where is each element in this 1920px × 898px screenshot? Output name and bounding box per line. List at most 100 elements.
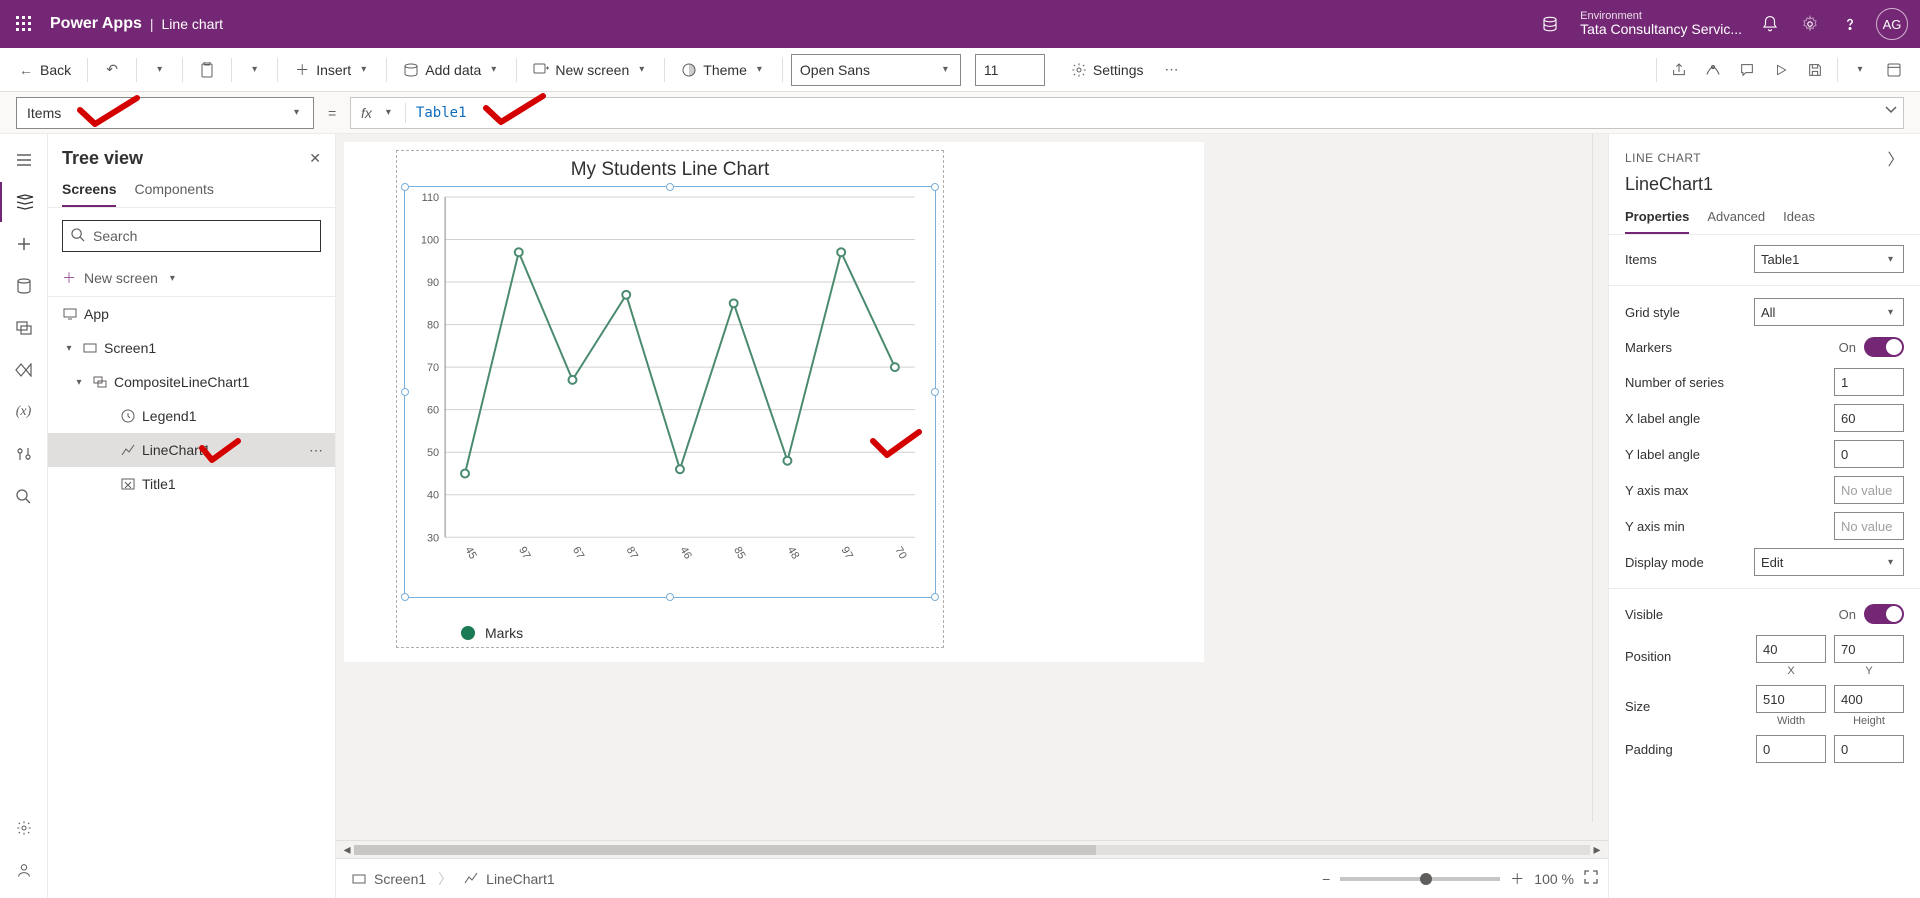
publish-icon[interactable] <box>1878 52 1910 88</box>
tree-item-label: Title1 <box>142 476 176 492</box>
formula-bar: Items ▾ = fx▾ Table1 <box>0 92 1920 134</box>
linechart-selection[interactable]: 30405060708090100110459767874685489770 <box>404 186 936 598</box>
environment-picker[interactable]: Environment Tata Consultancy Servic... <box>1530 0 1742 48</box>
tree-item-label: Screen1 <box>104 340 156 356</box>
prop-pos-y-value: 70 <box>1841 642 1855 657</box>
settings-button[interactable]: Settings <box>1063 52 1152 88</box>
prop-pad-a-input[interactable]: 0 <box>1756 735 1826 763</box>
zoom-out-icon[interactable]: − <box>1322 871 1330 887</box>
hamburger-icon[interactable] <box>0 140 48 180</box>
vertical-scrollbar[interactable] <box>1592 134 1608 822</box>
tab-screens[interactable]: Screens <box>62 181 116 207</box>
prop-size-w-input[interactable]: 510 <box>1756 685 1826 713</box>
search-pane-icon[interactable] <box>0 476 48 516</box>
more-icon[interactable]: ⋯ <box>309 442 323 459</box>
notifications-icon[interactable] <box>1750 0 1790 48</box>
paste-button[interactable] <box>191 52 223 88</box>
share-icon[interactable] <box>1663 52 1695 88</box>
prop-xlabel-angle-value: 60 <box>1841 411 1855 426</box>
tab-ideas[interactable]: Ideas <box>1783 201 1815 234</box>
chevron-down-icon: ▾ <box>382 107 395 118</box>
data-pane-icon[interactable] <box>0 266 48 306</box>
save-icon[interactable] <box>1799 52 1831 88</box>
tree-item-legend[interactable]: Legend1 <box>48 399 335 433</box>
add-data-button[interactable]: Add data▾ <box>395 52 508 88</box>
tree-item-title[interactable]: Title1 <box>48 467 335 501</box>
zoom-in-icon[interactable]: ＋ <box>1510 869 1524 889</box>
virtual-agent-icon[interactable] <box>0 850 48 890</box>
prop-grid-style-select[interactable]: All▾ <box>1754 298 1904 326</box>
prop-pos-x-input[interactable]: 40 <box>1756 635 1826 663</box>
formula-input[interactable]: fx▾ Table1 <box>350 97 1904 129</box>
media-pane-icon[interactable] <box>0 308 48 348</box>
theme-button[interactable]: Theme▾ <box>673 52 774 88</box>
zoom-slider[interactable] <box>1340 877 1500 881</box>
property-selector[interactable]: Items ▾ <box>16 97 314 129</box>
svg-text:110: 110 <box>422 192 439 204</box>
svg-text:97: 97 <box>516 545 532 562</box>
undo-button[interactable]: ↶ <box>96 52 128 88</box>
waffle-icon[interactable] <box>12 12 36 36</box>
artboard-screen1[interactable]: My Students Line Chart Marks 30405060 <box>344 142 1204 662</box>
tab-advanced[interactable]: Advanced <box>1707 201 1765 234</box>
save-dropdown[interactable]: ▾ <box>1844 52 1876 88</box>
svg-text:80: 80 <box>427 320 439 332</box>
expand-formula-icon[interactable] <box>1883 101 1899 120</box>
tree-item-linechart[interactable]: LineChart1 ⋯ <box>48 433 335 467</box>
prop-items-select[interactable]: Table1▾ <box>1754 245 1904 273</box>
new-screen-button[interactable]: New screen▾ <box>525 52 656 88</box>
insert-button[interactable]: ＋Insert▾ <box>286 52 378 88</box>
prop-ylabel-angle-input[interactable]: 0 <box>1834 440 1904 468</box>
zoom-level: 100 % <box>1534 871 1574 887</box>
tree-item-composite[interactable]: ▾ CompositeLineChart1 <box>48 365 335 399</box>
close-panel-icon[interactable]: ✕ <box>309 150 321 167</box>
comments-icon[interactable] <box>1731 52 1763 88</box>
undo-history-dropdown[interactable]: ▾ <box>145 52 174 88</box>
tree-new-screen-button[interactable]: ＋ New screen ▾ <box>48 264 335 296</box>
tree-item-screen1[interactable]: ▾ Screen1 <box>48 331 335 365</box>
prop-pos-y-input[interactable]: 70 <box>1834 635 1904 663</box>
legend-icon <box>120 408 136 424</box>
prop-visible-toggle[interactable] <box>1864 604 1904 624</box>
more-button[interactable]: ⋯ <box>1155 52 1187 88</box>
prop-markers-toggle[interactable] <box>1864 337 1904 357</box>
horizontal-scrollbar[interactable]: ◂ ▸ <box>336 840 1608 858</box>
tree-view-icon[interactable] <box>0 182 48 222</box>
fit-screen-icon[interactable] <box>1584 870 1598 887</box>
help-icon[interactable] <box>1830 0 1870 48</box>
avatar[interactable]: AG <box>1876 8 1908 40</box>
title-separator: | <box>150 16 154 32</box>
svg-text:30: 30 <box>427 532 439 544</box>
prop-display-mode-select[interactable]: Edit▾ <box>1754 548 1904 576</box>
insert-pane-icon[interactable] <box>0 224 48 264</box>
tab-components[interactable]: Components <box>134 181 213 207</box>
checker-icon[interactable] <box>1697 52 1729 88</box>
formula-value: Table1 <box>416 105 467 121</box>
prop-pad-b-input[interactable]: 0 <box>1834 735 1904 763</box>
rail-settings-icon[interactable] <box>0 808 48 848</box>
tree-item-app[interactable]: App <box>48 297 335 331</box>
tree-search-input[interactable]: Search <box>62 220 321 252</box>
breadcrumb-linechart[interactable]: LineChart1 <box>458 869 561 889</box>
advanced-tools-icon[interactable] <box>0 434 48 474</box>
preview-play-icon[interactable] <box>1765 52 1797 88</box>
prop-ymax-input[interactable]: No value <box>1834 476 1904 504</box>
prop-size-h-input[interactable]: 400 <box>1834 685 1904 713</box>
paste-dropdown[interactable]: ▾ <box>240 52 269 88</box>
prop-xlabel-angle-input[interactable]: 60 <box>1834 404 1904 432</box>
tree-item-label: Legend1 <box>142 408 197 424</box>
prop-num-series-input[interactable]: 1 <box>1834 368 1904 396</box>
chevron-right-icon[interactable]: 〉 <box>1887 146 1904 170</box>
breadcrumb-screen[interactable]: Screen1 <box>346 869 432 889</box>
font-size-input[interactable]: 11 <box>975 54 1045 86</box>
variables-icon[interactable]: (x) <box>0 392 48 432</box>
search-icon <box>71 228 85 245</box>
svg-text:70: 70 <box>427 362 439 374</box>
power-automate-icon[interactable] <box>0 350 48 390</box>
font-family-select[interactable]: Open Sans▾ <box>791 54 961 86</box>
prop-ymin-input[interactable]: No value <box>1834 512 1904 540</box>
tab-properties[interactable]: Properties <box>1625 201 1689 234</box>
back-button[interactable]: ←Back <box>10 52 79 88</box>
settings-gear-icon[interactable] <box>1790 0 1830 48</box>
prop-size-h-value: 400 <box>1841 692 1863 707</box>
